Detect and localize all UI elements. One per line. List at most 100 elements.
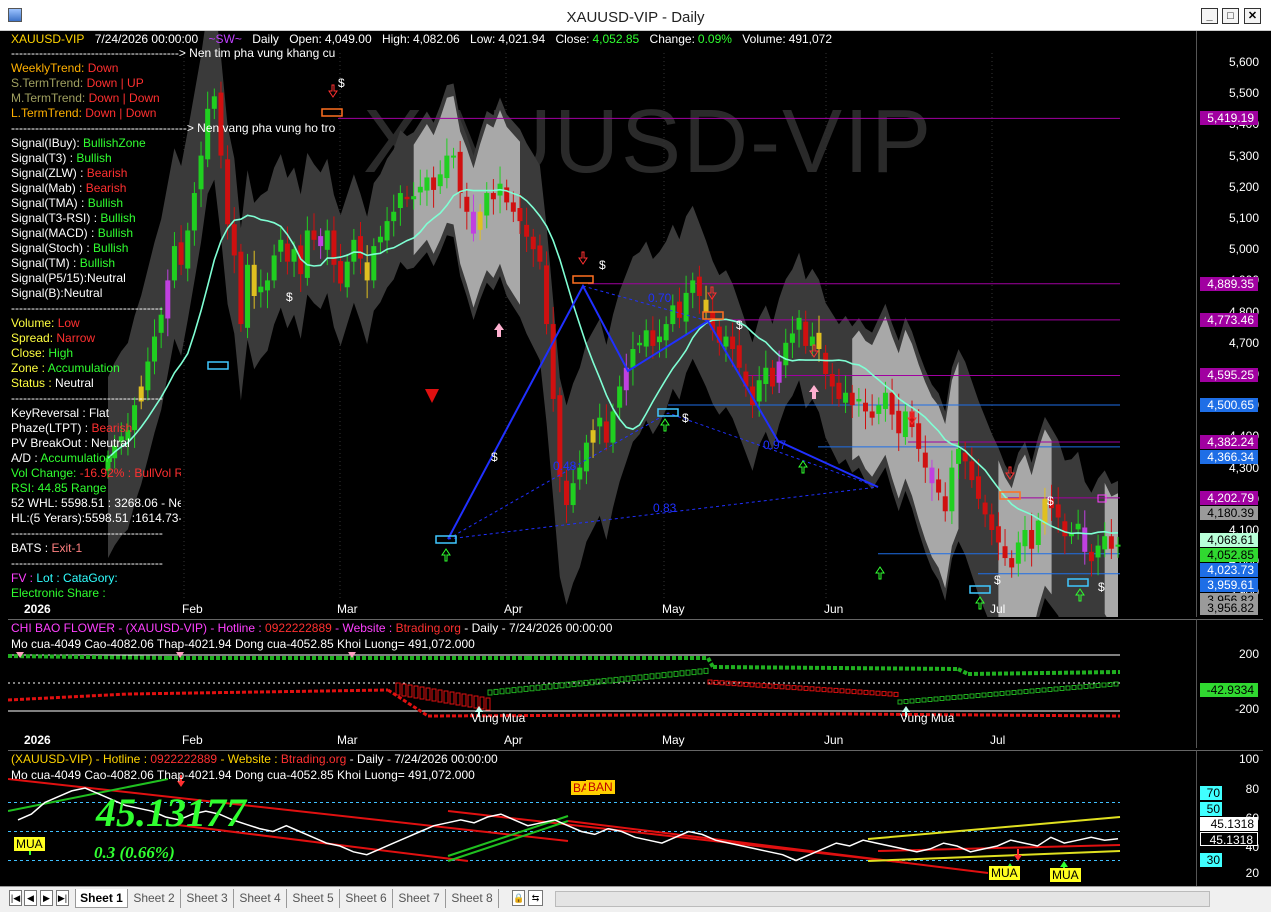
flower-ohlc-line: Mo cua-4049 Cao-4082.06 Thap-4021.94 Don… [11,637,475,651]
change-value: 0.09% [697,32,732,46]
price-tag: 4,500.65 [1200,397,1258,412]
flower-bar [697,668,703,675]
rsi-level-70: 70 [1200,786,1222,800]
candle-body [464,196,470,212]
flower-axis[interactable]: 200 -200 -42.9334 [1196,619,1263,748]
minimize-button[interactable]: _ [1201,8,1218,24]
signal-row: -------------------------------------- [11,526,181,541]
flower-bar [987,692,993,697]
signal-row: M.TermTrend: Down | Down [11,91,181,106]
candle-body [457,151,463,194]
signal-key: FV : [11,571,37,585]
signal-row: Signal(MACD) : Bullish [11,226,181,241]
candle-body [437,174,443,187]
candle-body [1108,536,1114,549]
signal-row: Signal(P5/15):Neutral [11,271,181,286]
flower-bar [761,683,767,689]
lock-icon[interactable]: 🔒 [512,890,525,906]
candle-body [470,211,476,234]
flower-bar [511,687,517,694]
flower-bar [857,689,863,695]
candle-body [663,324,669,341]
flower-bar [703,667,709,674]
sheet-tab-5[interactable]: Sheet 5 [287,889,340,908]
signal-row: Vol Change: -16.92% : BullVol Rising [11,466,181,481]
rsi-buy-label-2: MUA [989,866,1020,880]
restore-button[interactable]: □ [1222,8,1239,24]
flower-bar [975,693,981,698]
sheet-tab-7[interactable]: Sheet 7 [393,889,446,908]
price-tick: 5,600 [1228,55,1259,69]
candle-body [364,262,370,281]
flower-website-label: - Website : [331,621,396,635]
signal-key: Signal(ZLW) : [11,166,87,180]
candle-body [225,159,231,225]
candle-body [796,317,802,330]
signal-row: L.TermTrend: Down | Down [11,106,181,121]
sheet-tab-3[interactable]: Sheet 3 [181,889,234,908]
rsi-website: Btrading.org [280,752,347,766]
flower-green-trail [967,670,1121,676]
prev-sheet-button[interactable]: ◀ [24,890,37,906]
price-chart-canvas[interactable]: $ $ $ $ $ $ $ $ $ [8,31,1196,617]
sheet-tab-8[interactable]: Sheet 8 [446,889,499,908]
signal-value: Exit-1 [51,541,83,555]
signal-key: -------------------------------------- [11,301,163,315]
flower-bar [875,690,881,696]
signal-key: Signal(T3-RSI) : [11,211,101,225]
candle-body [969,461,975,481]
rsi-level-50: 50 [1200,802,1222,816]
flower-bar [413,685,419,699]
flower-bar [493,688,499,695]
candle-body [829,374,835,387]
price-axis[interactable]: 5,6005,5005,4005,3005,2005,1005,0004,900… [1196,31,1263,617]
price-chart-pane[interactable]: XAUUSD-VIP $ $ $ $ $ $ $ $ $ XAUUSD-VIP 7/24/202… [8,31,1196,617]
first-sheet-button[interactable]: |◀ [9,890,22,906]
rsi-value-tag-1: 45.1318 [1200,817,1258,831]
flower-bar [1011,690,1017,695]
next-sheet-button[interactable]: ▶ [40,890,53,906]
sheet-tab-6[interactable]: Sheet 6 [340,889,393,908]
flower-bar [713,679,719,685]
candle-body [869,411,875,418]
candle-body [431,177,437,190]
flower-bar [869,690,875,696]
rsi-indicator-pane[interactable]: (XAUUSD-VIP) - Hotline : 0922222889 - We… [8,750,1196,886]
high-label: High: [381,32,410,46]
candle-body [922,452,928,468]
sheet-tab-1[interactable]: Sheet 1 [75,889,128,908]
price-tick: 5,500 [1228,86,1259,101]
dollar-signal: $ [491,450,498,464]
candle-body [982,502,988,515]
flower-bar [395,682,401,696]
candle-body [231,224,237,256]
candle-body [1082,527,1088,552]
flower-website: Btrading.org [395,621,461,635]
candle-body [696,276,702,296]
rsi-axis[interactable]: 100 80 60 40 20 70 50 30 45.1318 45.1318 [1196,750,1263,886]
candle-body [816,332,822,350]
signal-value: BullishZone [83,136,146,150]
sheet-tab-2[interactable]: Sheet 2 [128,889,181,908]
flower-indicator-pane[interactable]: CHI BAO FLOWER - (XAUUSD-VIP) - Hotline … [8,619,1196,748]
sync-icon[interactable]: ⇆ [528,890,543,906]
signal-value: Neutral [55,376,94,390]
signal-row: Signal(T3-RSI) : Bullish [11,211,181,226]
candle-body [544,265,550,325]
flower-bar [443,690,449,704]
flower-green-trail [957,667,969,676]
signal-key: RSI: [11,481,38,495]
close-button[interactable]: ✕ [1244,8,1261,24]
candle-body [391,211,397,222]
pattern-label-b: 0.48 [553,459,577,473]
candle-body [1029,530,1035,549]
signal-value: Down | Down [85,106,157,120]
flower-bar [933,696,939,702]
flower-bar [487,689,493,696]
sheet-tab-4[interactable]: Sheet 4 [234,889,287,908]
flower-bar [661,672,667,679]
signal-row: KeyReversal : Flat [11,406,181,421]
flower-green-trail [706,657,715,668]
horizontal-scrollbar[interactable] [555,891,1210,907]
last-sheet-button[interactable]: ▶| [56,890,69,906]
